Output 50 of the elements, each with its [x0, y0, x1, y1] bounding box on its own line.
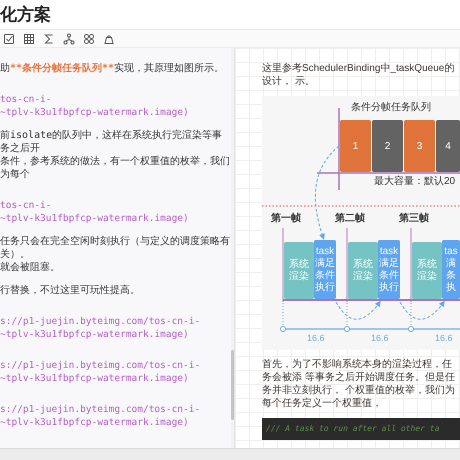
markdown-line: 就会被阻塞。: [0, 261, 61, 274]
interval-label: 16.6: [371, 333, 389, 343]
image-markup-line: tos-cn-i-: [0, 93, 52, 106]
image-markup-line: ~tplv-k3u1fbpfcp-watermark.image): [0, 212, 190, 225]
queue-title: 条件分帧任务队列: [351, 102, 431, 114]
markdown-line: 条件，参考系统的做法，有一个权重值的枚举，我们为每个: [0, 155, 231, 181]
table-icon[interactable]: [23, 32, 35, 44]
markdown-line: 助**条件分帧任务队列**实现，其原理如图所示。: [0, 62, 226, 75]
code-comment: /// A task to run after all other ta: [266, 424, 440, 433]
document-title: 化方案: [0, 4, 52, 26]
interval-label: 16.6: [307, 333, 325, 343]
image-markup-line: ~tplv-k3u1fbpfcp-watermark.image): [0, 328, 190, 341]
render-block: 系统渲染: [412, 242, 442, 299]
shape-icon[interactable]: [103, 32, 115, 44]
render-block: 系统渲染: [284, 242, 314, 299]
queue-item: 2: [372, 120, 403, 172]
image-markup-line: s://p1-juejin.byteimg.com/tos-cn-i-: [0, 359, 202, 372]
scrollbar-thumb[interactable]: [231, 350, 234, 420]
guide-line: [282, 302, 284, 326]
queue-item: 1: [340, 120, 371, 172]
guide-line: [410, 302, 412, 326]
frame-label: 第二帧: [335, 213, 365, 225]
guide-line: [346, 302, 348, 326]
task-list-icon[interactable]: [3, 32, 15, 44]
frame-label: 第一帧: [271, 213, 301, 225]
task-block: task 满足 条件 执行: [378, 240, 400, 299]
image-markup-line: ~tplv-k3u1fbpfcp-watermark.image): [0, 372, 190, 385]
preview-paragraph: 首先，为了不影响系统本身的渲染过程，任务会被添 等事务之后开始调度任务。但是任务并非立刻执行， 个权重值的枚举，我们为每个任务定义一个权重值，: [262, 358, 456, 410]
render-block: 系统渲染: [348, 242, 378, 299]
interval-label: 16.6: [435, 333, 453, 343]
markdown-line: 行替换，不过这里可玩性提高。: [0, 284, 141, 297]
dashed-arc: [400, 300, 445, 320]
frame-label: 第三帧: [399, 213, 429, 225]
task-block: tas 满 条 执: [442, 240, 460, 299]
image-markup-line: ~tplv-k3u1fbpfcp-watermark.image): [0, 106, 190, 119]
grid-icon[interactable]: [83, 32, 95, 44]
image-markup-line: s://p1-juejin.byteimg.com/tos-cn-i-: [0, 315, 202, 328]
queue-item: 3: [404, 120, 435, 172]
image-markup-line: ~tplv-k3u1fbpfcp-watermark.image): [0, 416, 190, 429]
sigma-icon[interactable]: [43, 32, 55, 44]
tree-diagram-icon[interactable]: [63, 32, 75, 44]
dashed-arc: [336, 300, 381, 320]
image-markup-line: s://p1-juejin.byteimg.com/tos-cn-i-: [0, 403, 202, 416]
image-markup-line: tos-cn-i-: [0, 199, 52, 212]
markdown-line: 前isolate的队列中，这样在系统执行完渲染等事务之后开: [0, 129, 224, 155]
markdown-line: 任务只会在完全空闲时刻执行（与定义的调度策略有关）。: [0, 235, 231, 261]
queue-item: 4: [436, 120, 460, 172]
task-block: task 满足 条件 执行: [314, 240, 336, 299]
capacity-label: 最大容量：默认20: [374, 176, 456, 188]
preview-paragraph: 这里参考SchedulerBinding中_taskQueue的设计， 示。: [262, 62, 456, 88]
